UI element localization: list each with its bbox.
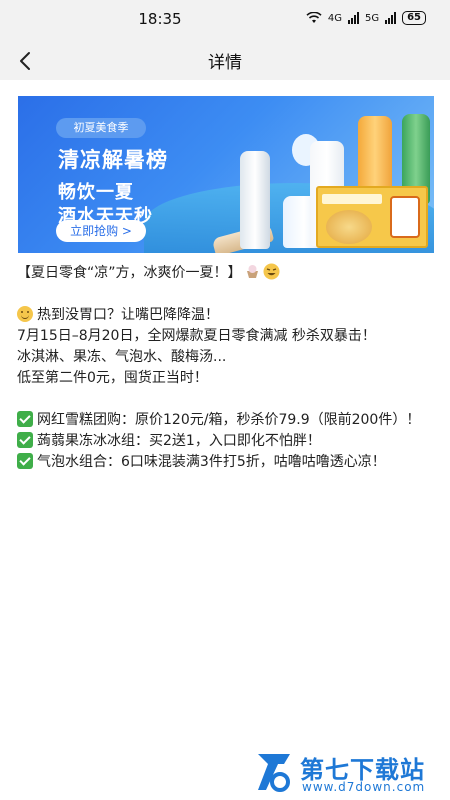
grin-emoji-icon <box>263 263 280 280</box>
status-bar: 18:35 4G 5G 65 <box>0 0 450 40</box>
list-item: 蒟蒻果冻冰冰组：买2送1，入口即化不怕胖！ <box>17 431 437 452</box>
brand-logo-icon <box>258 754 290 792</box>
dessert-emoji-icon <box>244 263 261 280</box>
check-icon <box>17 453 33 469</box>
promo-banner[interactable]: 初夏美食季 清凉解暑榜 畅饮一夏 酒水天天秒 立即抢购 > <box>18 96 434 253</box>
article-headline: 【夏日零食“凉”方，冰爽价一夏！】 <box>17 263 437 284</box>
list-item: 气泡水组合：6口味混装满3件打5折，咕噜咕噜透心凉！ <box>17 452 437 473</box>
nav-bar: 详情 <box>0 40 450 80</box>
status-time: 18:35 <box>138 10 182 28</box>
battery-icon: 65 <box>402 11 426 25</box>
cake-box-image <box>316 186 428 248</box>
signal-icon-2 <box>385 12 397 24</box>
status-icons: 4G 5G 65 <box>306 11 426 25</box>
banner-title: 清凉解暑榜 <box>58 148 168 172</box>
signal-icon-1 <box>347 12 359 24</box>
banner-subtitle-1: 畅饮一夏 <box>58 182 134 203</box>
wifi-icon <box>306 12 322 23</box>
banner-badge: 初夏美食季 <box>56 118 146 138</box>
article-intro: 热到没胃口？让嘴巴降降温！ <box>17 305 437 326</box>
article-body: 【夏日零食“凉”方，冰爽价一夏！】 热到没胃口？让嘴巴降降温！ 7月15日–8月… <box>17 263 437 473</box>
sunscreen-bottle-image <box>240 151 270 249</box>
network-label-1: 4G <box>327 12 342 24</box>
smile-emoji-icon <box>17 306 33 322</box>
watermark: 第七下载站 www.d7down.com <box>254 748 444 798</box>
article-para-2: 冰淇淋、果冻、气泡水、酸梅汤... <box>17 349 227 365</box>
check-icon <box>17 411 33 427</box>
watermark-url: www.d7down.com <box>302 780 426 794</box>
article-para-1: 7月15日–8月20日，全网爆款夏日零食满减 秒杀双暴击！ <box>17 328 376 344</box>
buy-now-button[interactable]: 立即抢购 > <box>56 220 146 242</box>
page-title: 详情 <box>208 53 242 73</box>
article-para-3: 低至第二件0元，囤货正当时！ <box>17 370 208 386</box>
network-label-2: 5G <box>364 12 380 24</box>
check-icon <box>17 432 33 448</box>
list-item: 网红雪糕团购：原价120元/箱，秒杀价79.9（限前200件）！ <box>17 410 437 431</box>
